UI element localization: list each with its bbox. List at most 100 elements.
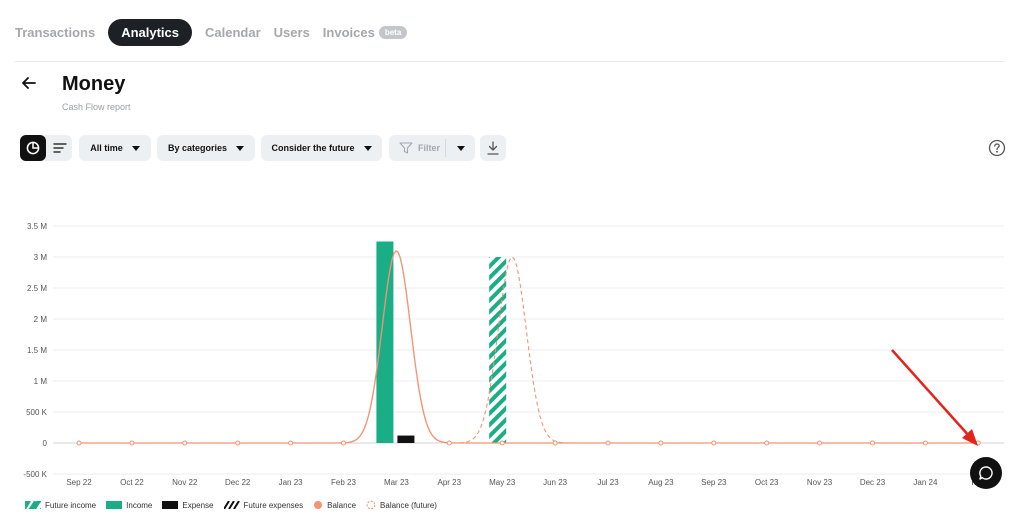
x-tick-label: Mar 23 xyxy=(384,478,409,487)
x-tick-label: Apr 23 xyxy=(438,478,462,487)
x-tick-label: Nov 22 xyxy=(172,478,198,487)
legend-label: Expense xyxy=(182,500,214,510)
balance-point xyxy=(446,440,452,446)
chevron-down-icon xyxy=(131,145,140,151)
list-view-button[interactable] xyxy=(48,135,72,161)
x-tick-label: Jan 24 xyxy=(913,478,938,487)
balance-dot-icon xyxy=(314,501,323,509)
chart-legend: Future income Income Expense Future expe… xyxy=(25,500,447,510)
annotation-arrow xyxy=(891,349,971,438)
chevron-down-icon xyxy=(363,145,372,151)
tab-calendar[interactable]: Calendar xyxy=(205,25,261,40)
balance-point xyxy=(288,440,294,446)
y-tick-label: 500 K xyxy=(26,408,48,417)
income-swatch-icon xyxy=(106,501,123,509)
x-tick-label: Oct 23 xyxy=(755,478,779,487)
balance-point xyxy=(499,440,505,446)
balance-point xyxy=(605,440,611,446)
legend-future-expenses[interactable]: Future expenses xyxy=(223,500,304,510)
x-tick-label: Dec 23 xyxy=(860,478,886,487)
page-subtitle: Cash Flow report xyxy=(62,102,131,112)
period-dropdown[interactable]: All time xyxy=(79,135,151,161)
balance-point xyxy=(235,440,241,446)
download-button[interactable] xyxy=(480,135,506,161)
y-tick-label: 1 M xyxy=(34,377,48,386)
legend-label: Future income xyxy=(45,500,97,510)
expense-bar xyxy=(397,435,415,443)
tab-invoices[interactable]: Invoices beta xyxy=(322,25,408,40)
period-dropdown-label: All time xyxy=(90,143,123,153)
x-tick-label: Jul 23 xyxy=(597,478,619,487)
filter-button[interactable]: Filter xyxy=(389,135,445,161)
hatched-swatch-icon xyxy=(25,501,41,509)
page-title: Money xyxy=(62,73,126,95)
y-tick-label: 0 xyxy=(43,439,48,448)
balance-point xyxy=(658,440,664,446)
x-tick-label: Dec 22 xyxy=(225,478,251,487)
balance-point xyxy=(711,440,717,446)
top-nav: Transactions Analytics Calendar Users In… xyxy=(15,19,420,46)
legend-balance-future[interactable]: Balance (future) xyxy=(366,500,437,510)
legend-expense[interactable]: Expense xyxy=(162,500,214,510)
legend-label: Income xyxy=(126,500,153,510)
help-icon[interactable] xyxy=(988,139,1006,157)
x-tick-label: Oct 22 xyxy=(120,478,144,487)
balance-point xyxy=(552,440,558,446)
y-tick-label: -500 K xyxy=(23,470,47,479)
legend-balance[interactable]: Balance xyxy=(313,500,356,510)
x-tick-label: Jan 23 xyxy=(279,478,304,487)
grouping-dropdown-label: By categories xyxy=(167,143,228,153)
list-icon xyxy=(53,143,67,153)
dashed-circle-icon xyxy=(366,500,376,510)
future-income-bar xyxy=(489,257,507,443)
tab-analytics[interactable]: Analytics xyxy=(108,19,193,46)
legend-label: Balance xyxy=(327,500,357,510)
balance-point xyxy=(764,440,770,446)
y-tick-label: 2.5 M xyxy=(27,284,47,293)
chart-view-button[interactable] xyxy=(20,135,46,161)
pie-chart-icon xyxy=(26,141,40,155)
chat-bubble-icon xyxy=(979,466,993,480)
header-divider xyxy=(15,61,1004,62)
balance-point xyxy=(341,440,346,446)
filter-label: Filter xyxy=(418,143,441,153)
y-tick-label: 1.5 M xyxy=(27,346,47,355)
x-tick-label: Sep 22 xyxy=(66,478,92,487)
y-tick-label: 3 M xyxy=(34,253,48,262)
tab-transactions[interactable]: Transactions xyxy=(15,25,95,40)
future-dropdown[interactable]: Consider the future xyxy=(261,135,382,161)
grouping-dropdown[interactable]: By categories xyxy=(157,135,255,161)
filter-options-button[interactable] xyxy=(446,135,475,161)
future-dropdown-label: Consider the future xyxy=(271,143,355,153)
expense-swatch-icon xyxy=(162,501,179,509)
y-tick-label: 3.5 M xyxy=(27,222,47,231)
beta-badge: beta xyxy=(378,26,408,39)
cash-flow-chart: -500 K 0 500 K 1 M 1.5 M 2 M 2.5 M 3 M 3.5 M Sep … xyxy=(23,222,1004,487)
x-tick-label: Jun 23 xyxy=(543,478,568,487)
x-tick-label: Feb 23 xyxy=(331,478,356,487)
legend-label: Balance (future) xyxy=(380,500,437,510)
chevron-down-icon xyxy=(236,145,245,151)
tab-invoices-label: Invoices xyxy=(322,25,375,40)
x-tick-label: Sep 23 xyxy=(701,478,727,487)
back-arrow-icon[interactable] xyxy=(20,74,38,92)
x-tick-label: Nov 23 xyxy=(807,478,833,487)
y-tick-label: 2 M xyxy=(34,315,48,324)
hatched-swatch-icon xyxy=(223,501,240,509)
legend-future-income[interactable]: Future income xyxy=(25,501,96,510)
legend-income[interactable]: Income xyxy=(106,501,152,510)
balance-point xyxy=(922,440,928,446)
balance-point xyxy=(76,440,82,446)
x-tick-label: Aug 23 xyxy=(648,478,674,487)
balance-point xyxy=(870,440,875,446)
balance-point xyxy=(129,440,135,446)
chat-button[interactable] xyxy=(970,457,1002,489)
download-icon xyxy=(487,141,499,155)
balance-future-line xyxy=(78,250,976,444)
legend-label: Future expenses xyxy=(243,500,304,510)
x-tick-label: May 23 xyxy=(489,478,516,487)
tab-users[interactable]: Users xyxy=(274,25,310,40)
balance-point xyxy=(182,440,188,446)
funnel-icon xyxy=(399,142,413,154)
income-bar xyxy=(376,241,394,443)
